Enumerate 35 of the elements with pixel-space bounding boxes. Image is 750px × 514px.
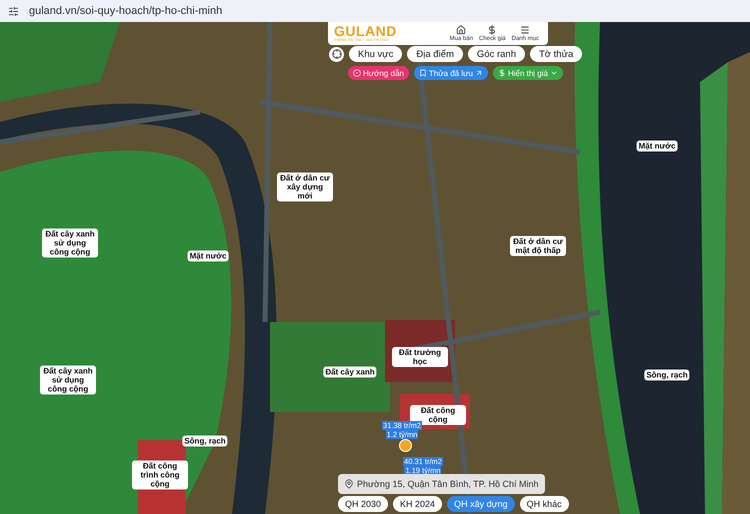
crosshair-icon [332, 49, 342, 59]
address-bar[interactable]: guland.vn/soi-quy-hoach/tp-ho-chi-minh [0, 0, 750, 22]
bookmark-icon [418, 69, 427, 77]
zone-label: Đất cây xanh sử dụng công cộng [42, 228, 98, 258]
zone-label: Sông, rạch [182, 436, 228, 446]
tune-icon[interactable] [8, 6, 19, 16]
zone-label: Đất cây xanh sử dụng công cộng [40, 366, 96, 394]
quick-action-button[interactable]: Thửa đã lưu [414, 66, 488, 80]
layer-tab[interactable]: KH 2024 [393, 496, 442, 512]
arrow-up-right-icon [474, 69, 483, 77]
map-pin-icon [344, 479, 354, 489]
layer-tab[interactable]: QH khác [520, 496, 569, 512]
house-icon [456, 25, 466, 35]
zone-label: Đất công trình công cộng [132, 460, 188, 490]
zone-label: Đất cây xanh [323, 366, 377, 378]
url-text: guland.vn/soi-quy-hoach/tp-ho-chi-minh [29, 5, 222, 17]
zone-label: Đất trường học [392, 347, 448, 367]
menu-icon [520, 25, 530, 35]
quick-action-button[interactable]: Hướng dẫn [348, 66, 409, 80]
zone-label: Mặt nước [636, 140, 678, 152]
chevron-down-icon [550, 69, 558, 77]
search-mode-chip[interactable]: Khu vực [349, 46, 402, 62]
target-icon [353, 69, 361, 77]
search-mode-chip[interactable]: Địa điểm [407, 46, 463, 62]
search-mode-chip[interactable]: Tờ thửa [530, 46, 582, 62]
zone-label: Mặt nước [188, 250, 228, 262]
layer-tab[interactable]: QH 2030 [338, 496, 388, 512]
zone-label: Đất ở dân cư mật độ thấp [510, 236, 566, 256]
address-text: Phường 15, Quận Tân Bình, TP. Hồ Chí Minh [357, 479, 539, 489]
dollar-icon [498, 69, 506, 77]
zone-label: Sông, rạch [644, 370, 690, 380]
zone-label: Đất ở dân cư xây dựng mới [277, 172, 333, 202]
dollar-icon [487, 25, 498, 35]
layer-tab[interactable]: QH xây dựng [447, 496, 515, 512]
search-mode-chip[interactable]: Góc ranh [468, 46, 525, 62]
